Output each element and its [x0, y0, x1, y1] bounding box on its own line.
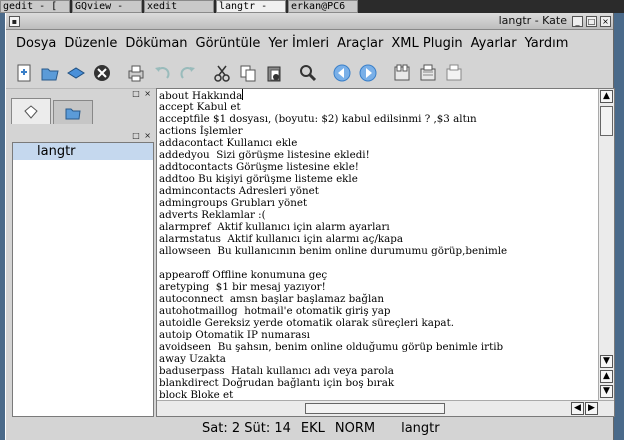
editor-line[interactable]: autoconnect amsn başlar başlamaz bağlan — [159, 293, 596, 305]
menu-view[interactable]: Görüntüle — [196, 36, 261, 51]
save-icon[interactable] — [64, 61, 88, 85]
editor-line[interactable]: alarmstatus Aktif kullanıcı için alarmı … — [159, 233, 596, 245]
editor-line[interactable]: accept Kabul et — [159, 101, 596, 113]
horizontal-scroll-thumb[interactable] — [305, 403, 445, 414]
editor-line[interactable]: appearoff Offline konumuna geç — [159, 269, 596, 281]
window-stack-icon[interactable] — [416, 61, 440, 85]
horizontal-scrollbar[interactable]: ◀ ▶ — [157, 400, 614, 416]
dock-handle-2[interactable]: □ × — [6, 131, 154, 140]
editor-line[interactable]: autoip Otomatik IP numarası — [159, 329, 596, 341]
editor-line[interactable]: aretyping $1 bir mesaj yazıyor! — [159, 281, 596, 293]
editor-line[interactable]: admingroups Grubları yönet — [159, 197, 596, 209]
window-close-icon[interactable] — [442, 61, 466, 85]
editor-line[interactable]: admincontacts Adresleri yönet — [159, 185, 596, 197]
scroll-down-icon[interactable]: ▼ — [600, 355, 613, 368]
editor-lines[interactable]: about Hakkında accept Kabul et acceptfile … — [159, 89, 596, 400]
menu-file[interactable]: Dosya — [16, 36, 56, 51]
dock-buttons[interactable]: □ × — [132, 89, 152, 98]
maximize-button[interactable]: □ — [586, 16, 597, 27]
task-gqview[interactable]: GQview - — [72, 0, 142, 13]
window-title: langtr - Kate — [498, 14, 567, 27]
dock-buttons-2[interactable]: □ × — [132, 131, 152, 140]
open-files-list: langtr — [12, 142, 154, 417]
editor-line[interactable] — [159, 257, 596, 269]
editor-line[interactable]: baduserpass Hatalı kullanıcı adı veya pa… — [159, 365, 596, 377]
cut-icon[interactable] — [210, 61, 234, 85]
vertical-scrollbar[interactable]: ▲ ▼ ▲ ▼ — [598, 89, 614, 400]
menu-document[interactable]: Döküman — [125, 36, 187, 51]
file-selector-tab[interactable] — [53, 100, 93, 124]
dock-handle[interactable]: □ × — [6, 89, 154, 98]
scroll-left-icon[interactable]: ◀ — [571, 402, 584, 415]
cursor-position: Sat: 2 Süt: 14 — [202, 421, 291, 436]
close-window-button[interactable]: × — [600, 16, 611, 27]
title-bar[interactable]: ▪ langtr - Kate _ □ × — [6, 13, 613, 30]
editor-line[interactable]: allowseen Bu kullanıcının benim online d… — [159, 245, 596, 257]
close-document-icon[interactable] — [90, 61, 114, 85]
open-document-icon[interactable] — [38, 61, 62, 85]
text-editor[interactable]: about Hakkında accept Kabul et acceptfile … — [156, 88, 615, 417]
scroll-up-icon[interactable]: ▲ — [600, 90, 613, 103]
task-gedit[interactable]: gedit - [ — [0, 0, 70, 13]
insert-mode[interactable]: EKL — [301, 421, 325, 436]
menu-edit[interactable]: Düzenle — [64, 36, 117, 51]
toolbar — [6, 57, 613, 89]
scroll-down-small-icon[interactable]: ▼ — [600, 385, 613, 398]
task-xedit[interactable]: xedit — [144, 0, 214, 13]
task-terminal[interactable]: erkan@PC6 — [288, 0, 358, 13]
find-icon[interactable] — [296, 61, 320, 85]
new-document-icon[interactable] — [12, 61, 36, 85]
selection-mode[interactable]: NORM — [335, 421, 375, 436]
print-icon[interactable] — [124, 61, 148, 85]
list-item-langtr[interactable]: langtr — [13, 143, 153, 160]
menu-tools[interactable]: Araçlar — [337, 36, 383, 51]
scroll-up-small-icon[interactable]: ▲ — [600, 370, 613, 383]
redo-icon[interactable] — [176, 61, 200, 85]
window-split-icon[interactable] — [390, 61, 414, 85]
editor-line[interactable]: blankdirect Doğrudan bağlantı için boş b… — [159, 377, 596, 389]
window-menu-icon[interactable]: ▪ — [9, 16, 20, 27]
menu-help[interactable]: Yardım — [525, 36, 569, 51]
menu-bar: Dosya Düzenle Döküman Görüntüle Yer İmle… — [6, 30, 613, 57]
editor-line[interactable]: avoidseen Bu şahsın, benim online olduğu… — [159, 341, 596, 353]
editor-line[interactable]: away Uzakta — [159, 353, 596, 365]
paste-icon[interactable] — [262, 61, 286, 85]
editor-line[interactable]: actions İşlemler — [159, 125, 596, 137]
editor-line[interactable]: addedyou Sizi görüşme listesine ekledi! — [159, 149, 596, 161]
editor-line[interactable]: alarmpref Aktif kullanıcı için alarm aya… — [159, 221, 596, 233]
menu-bookmarks[interactable]: Yer İmleri — [268, 36, 329, 51]
menu-xml-plugin[interactable]: XML Plugin — [391, 36, 462, 51]
taskbar: gedit - [ GQview - xedit langtr - erkan@… — [0, 0, 624, 13]
minimize-button[interactable]: _ — [572, 16, 583, 27]
editor-line[interactable]: block Bloke et — [159, 389, 596, 400]
editor-line[interactable]: about Hakkında — [159, 89, 596, 101]
vertical-scroll-thumb[interactable] — [600, 106, 613, 136]
copy-icon[interactable] — [236, 61, 260, 85]
editor-line[interactable]: addacontact Kullanıcı ekle — [159, 137, 596, 149]
text-cursor — [242, 89, 244, 100]
forward-icon[interactable] — [356, 61, 380, 85]
file-list-tab[interactable] — [11, 98, 51, 124]
editor-line[interactable]: addtoo Bu kişiyi görüşme listeme ekle — [159, 173, 596, 185]
kate-window: ▪ langtr - Kate _ □ × Dosya Düzenle Dökü… — [5, 13, 615, 440]
editor-line[interactable]: adverts Reklamlar :( — [159, 209, 596, 221]
menu-settings[interactable]: Ayarlar — [471, 36, 517, 51]
editor-line[interactable]: addtocontacts Görüşme listesine ekle! — [159, 161, 596, 173]
editor-line[interactable]: acceptfile $1 dosyası, (boyutu: $2) kabu… — [159, 113, 596, 125]
scroll-right-icon[interactable]: ▶ — [585, 402, 598, 415]
status-bar: Sat: 2 Süt: 14 EKL NORM langtr — [6, 417, 613, 440]
undo-icon[interactable] — [150, 61, 174, 85]
editor-line[interactable]: autoidle Gereksiz yerde otomatik olarak … — [159, 317, 596, 329]
file-list-panel: □ × □ × langtr — [6, 89, 154, 417]
status-filename: langtr — [401, 421, 440, 436]
panel-tabs — [6, 98, 154, 124]
task-langtr[interactable]: langtr - — [216, 0, 286, 13]
back-icon[interactable] — [330, 61, 354, 85]
editor-line[interactable]: autohotmaillog hotmail'e otomatik giriş … — [159, 305, 596, 317]
